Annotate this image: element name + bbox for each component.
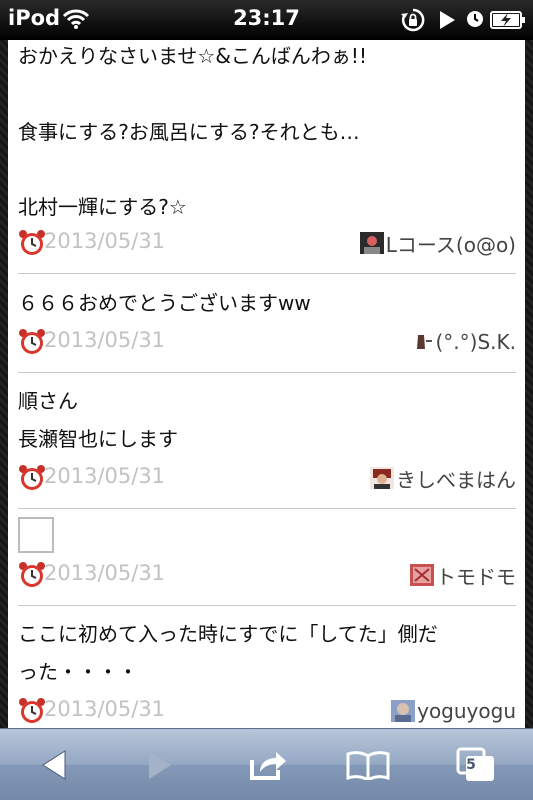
tabs-count: 5 [466, 757, 476, 773]
alarm-clock-icon [19, 230, 45, 255]
clock-icon [467, 11, 483, 27]
comment-date: 2013/05/31 [44, 229, 166, 253]
comment-date: 2013/05/31 [44, 697, 166, 721]
comment-author[interactable]: Lコース(o@o) [359, 229, 516, 257]
comment-item: おかえりなさいませ☆&こんばんわぁ!! 食事にする?お風呂にする?それとも… 北… [18, 40, 516, 274]
comment-list[interactable]: おかえりなさいませ☆&こんばんわぁ!! 食事にする?お風呂にする?それとも… 北… [8, 40, 525, 728]
author-name: (°.°)S.K. [435, 330, 517, 354]
comment-item: ６６６おめでとうございますww 2013/05/31 (°.°)S.K. [18, 274, 516, 373]
image-placeholder[interactable] [18, 517, 54, 553]
share-button[interactable] [238, 745, 298, 785]
alarm-clock-icon [19, 698, 45, 723]
browser-toolbar: 5 [0, 728, 533, 800]
comment-meta: 2013/05/31 Lコース(o@o) [18, 229, 516, 257]
comment-date: 2013/05/31 [44, 561, 166, 585]
comment-date: 2013/05/31 [44, 464, 166, 488]
author-name: トモドモ [436, 564, 516, 589]
comment-text-line: 長瀬智也にします [18, 427, 178, 451]
comment-meta: 2013/05/31 yoguyogu [18, 697, 516, 725]
user-avatar [410, 564, 434, 586]
user-avatar [409, 331, 434, 353]
comment-author[interactable]: きしべまはん [370, 464, 516, 492]
user-avatar [391, 700, 416, 722]
comment-item: ここに初めて入った時にすでに「してた」側だ った・・・・ 2013/05/31 … [18, 606, 516, 728]
forward-button[interactable] [130, 745, 190, 785]
comment-text-line: 順さん [18, 389, 78, 413]
author-name: yoguyogu [417, 699, 516, 723]
forward-icon [149, 751, 171, 779]
comment-date: 2013/05/31 [44, 328, 166, 352]
comment-text-line: 北村一輝にする?☆ [18, 195, 187, 219]
tabs-button[interactable]: 5 [446, 745, 506, 785]
alarm-clock-icon [19, 562, 45, 587]
comment-text-line: ここに初めて入った時にすでに「してた」側だ [18, 622, 438, 646]
alarm-clock-icon [19, 329, 45, 354]
comment-text-line: った・・・・ [18, 660, 138, 684]
back-icon [42, 750, 66, 780]
comment-meta: 2013/05/31 トモドモ [18, 561, 516, 589]
share-icon [250, 752, 286, 780]
author-name: きしべまはん [396, 467, 516, 492]
comment-author[interactable]: トモドモ [410, 561, 516, 589]
user-avatar [370, 467, 394, 489]
battery-charging-icon [490, 11, 525, 29]
bookmarks-button[interactable] [338, 745, 398, 785]
comment-text-line: 食事にする?お風呂にする?それとも… [18, 120, 360, 144]
bookmarks-icon [346, 751, 390, 780]
back-button[interactable] [24, 745, 84, 785]
comment-item: 順さん 長瀬智也にします 2013/05/31 きしべまはん [18, 373, 516, 509]
comment-text-line: ６６６おめでとうございますww [18, 291, 311, 315]
comment-text-line: おかえりなさいませ☆&こんばんわぁ!! [18, 44, 367, 68]
comment-meta: 2013/05/31 きしべまはん [18, 464, 516, 492]
user-avatar [359, 232, 384, 254]
play-icon [440, 11, 455, 29]
comment-author[interactable]: (°.°)S.K. [409, 328, 517, 356]
author-name: Lコース(o@o) [385, 232, 516, 257]
rotation-lock-icon [401, 8, 425, 32]
alarm-clock-icon [19, 465, 45, 490]
comment-item: 2013/05/31 トモドモ [18, 509, 516, 606]
status-bar: iPod 23:17 [0, 0, 533, 40]
comment-meta: 2013/05/31 (°.°)S.K. [18, 328, 516, 356]
comment-author[interactable]: yoguyogu [391, 697, 516, 725]
